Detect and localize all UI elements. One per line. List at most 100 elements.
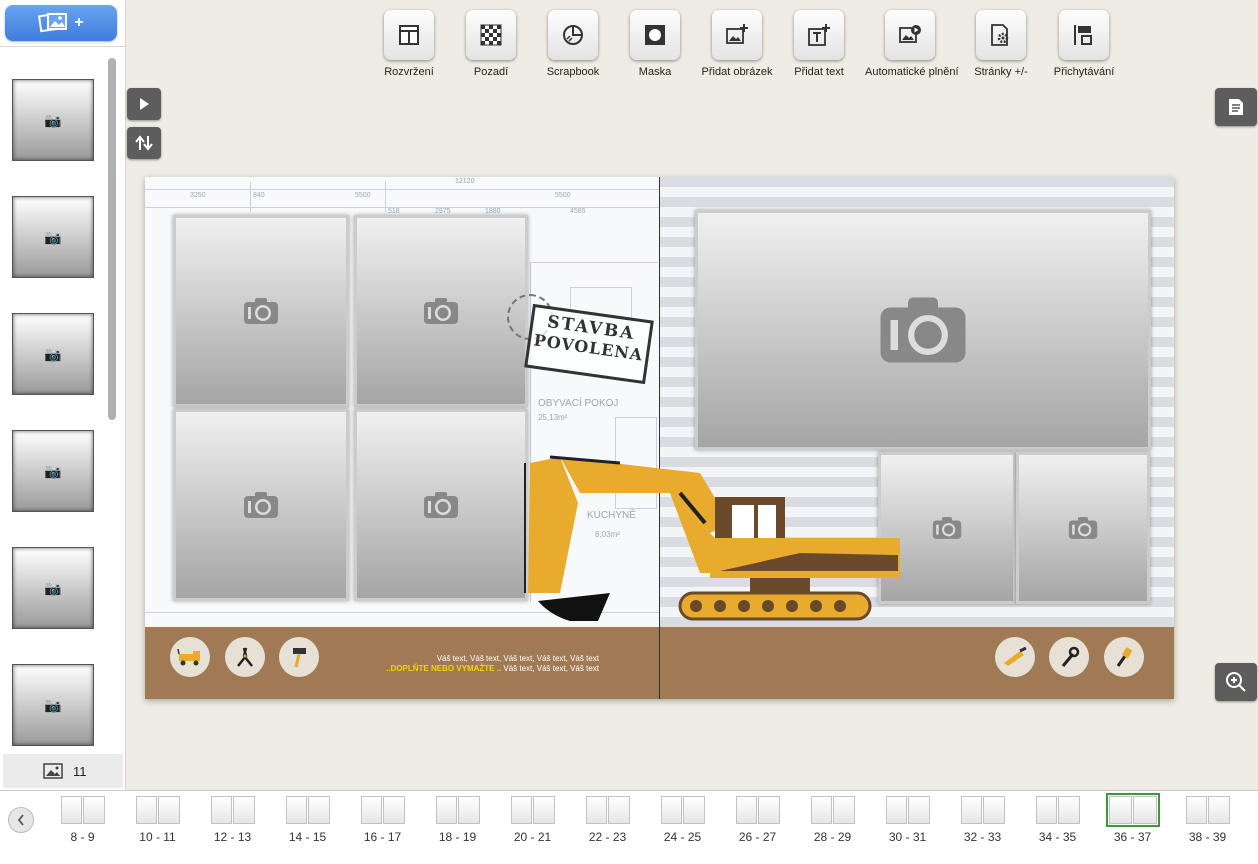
dimension-label: 2975 [435, 208, 451, 215]
spread-label: 18 - 19 [438, 830, 477, 844]
play-button[interactable] [127, 88, 161, 120]
camera-icon: 📷 [44, 345, 62, 362]
page-spread-thumb[interactable]: 34 - 35 [1020, 796, 1095, 844]
zoom-button[interactable] [1215, 663, 1257, 701]
dimension-label: 3250 [190, 192, 206, 199]
dimension-label: 518 [388, 208, 400, 215]
camera-icon: 📷 [44, 696, 62, 713]
page-spread-thumb[interactable]: 28 - 29 [795, 796, 870, 844]
page-spread-thumb[interactable]: 20 - 21 [495, 796, 570, 844]
panel-divider [0, 46, 125, 47]
photo-thumbnail[interactable]: 📷 [12, 664, 94, 746]
spread-preview [810, 796, 855, 824]
photo-frame[interactable] [354, 215, 528, 407]
spread-preview [1105, 793, 1160, 827]
spread-label: 28 - 29 [813, 830, 852, 844]
toolbar-label: Přichytávání [1053, 66, 1115, 78]
spread-preview [1035, 796, 1080, 824]
spread-label: 34 - 35 [1038, 830, 1077, 844]
spread-preview [285, 796, 330, 824]
page-spread-thumb[interactable]: 22 - 23 [570, 796, 645, 844]
camera-icon [424, 492, 458, 518]
page-spread-thumb[interactable]: 16 - 17 [345, 796, 420, 844]
add-text-icon [808, 24, 830, 46]
camera-icon: 📷 [44, 579, 62, 596]
toolbar-label: Přidat text [794, 66, 844, 78]
photo-count: 11 [73, 763, 87, 779]
toolbar-pages[interactable]: Stránky +/- [956, 10, 1046, 82]
photo-frame[interactable] [173, 409, 349, 601]
page-spread-thumb[interactable]: 38 - 39 [1170, 796, 1245, 844]
photo-thumbnail[interactable]: 📷 [12, 547, 94, 629]
toolbar-mask[interactable]: Maska [610, 10, 700, 82]
autofill-icon [899, 25, 921, 43]
room-area: 25,13m² [538, 413, 568, 422]
blueprint-line [145, 189, 659, 190]
photo-thumbnail[interactable]: 📷 [12, 79, 94, 161]
add-photos-button[interactable]: + [5, 5, 117, 41]
dimension-label: 1880 [485, 208, 501, 215]
page-spread-thumb[interactable]: 26 - 27 [720, 796, 795, 844]
notes-button[interactable] [1215, 88, 1257, 126]
page-spread-thumb[interactable]: 24 - 25 [645, 796, 720, 844]
toolbar-layout[interactable]: Rozvržení [364, 10, 454, 82]
camera-icon [244, 492, 278, 518]
toolbar-background[interactable]: Pozadí [446, 10, 536, 82]
page-spread-thumb[interactable]: 8 - 9 [45, 796, 120, 844]
spread-label: 26 - 27 [738, 830, 777, 844]
room-name: OBYVACÍ POKOJ [538, 398, 619, 409]
saw-icon [995, 637, 1035, 677]
photobook-spread[interactable]: 3250 840 5500 12120 5500 4585 518 2975 1… [145, 177, 1174, 699]
pliers-icon [225, 637, 265, 677]
camera-icon: 📷 [44, 111, 62, 128]
toolbar-add-text[interactable]: Přidat text [774, 10, 864, 82]
scrollbar-thumb[interactable] [108, 58, 116, 420]
spread-preview [510, 796, 555, 824]
dimension-label: 5500 [355, 192, 371, 199]
photo-frame[interactable] [695, 210, 1151, 450]
page-spread-thumb[interactable]: 18 - 19 [420, 796, 495, 844]
camera-icon: 📷 [44, 462, 62, 479]
toolbar-add-image[interactable]: Přidat obrázek [692, 10, 782, 82]
page-spread-thumb[interactable]: 12 - 13 [195, 796, 270, 844]
scroll-left-button[interactable] [8, 807, 34, 833]
wrench-icon [1049, 637, 1089, 677]
page-spread-thumb[interactable]: 32 - 33 [945, 796, 1020, 844]
page-spread-thumb[interactable]: 10 - 11 [120, 796, 195, 844]
excavator-illustration [524, 455, 900, 621]
approval-stamp[interactable]: STAVBA POVOLENA [524, 303, 654, 385]
dimension-label: 5500 [555, 192, 571, 199]
toolbar-snap[interactable]: Přichytávání [1039, 10, 1129, 82]
add-image-icon [726, 24, 748, 44]
background-icon [480, 24, 502, 46]
spread-preview [135, 796, 180, 824]
notes-icon [1229, 99, 1243, 115]
spread-label: 24 - 25 [663, 830, 702, 844]
text-placeholder-line2[interactable]: ..DOPLŇTE NEBO VYMAŽTE .. Váš text, Váš … [345, 664, 599, 673]
toolbar-label: Scrapbook [546, 66, 600, 78]
toolbar-scrapbook[interactable]: Scrapbook [528, 10, 618, 82]
spread-label: 32 - 33 [963, 830, 1002, 844]
text-rest: Váš text, Váš text, Váš text [501, 664, 599, 673]
page-spread-thumb[interactable]: 14 - 15 [270, 796, 345, 844]
page-spread-thumb[interactable]: 36 - 37 [1095, 793, 1170, 844]
photo-frame[interactable] [1016, 452, 1150, 604]
mask-icon [645, 25, 665, 45]
photo-frame[interactable] [173, 215, 349, 407]
swap-pages-button[interactable] [127, 127, 161, 159]
page-spread-thumb[interactable]: 30 - 31 [870, 796, 945, 844]
text-placeholder-line1[interactable]: Váš text, Váš text, Váš text, Váš text, … [345, 654, 599, 663]
spread-preview [735, 796, 780, 824]
blueprint-line [385, 182, 386, 212]
photo-thumbnail[interactable]: 📷 [12, 430, 94, 512]
swap-arrows-icon [135, 135, 153, 151]
photo-thumbnail[interactable]: 📷 [12, 196, 94, 278]
photo-frame[interactable] [354, 409, 528, 601]
spread-label: 10 - 11 [139, 830, 176, 844]
toolbar-autofill[interactable]: Automatické plnění [865, 10, 959, 82]
camera-icon [1068, 517, 1098, 539]
photos-icon [38, 12, 68, 33]
toolbar-label: Rozvržení [384, 66, 434, 78]
photo-thumbnail[interactable]: 📷 [12, 313, 94, 395]
gallery-icon [43, 763, 63, 779]
